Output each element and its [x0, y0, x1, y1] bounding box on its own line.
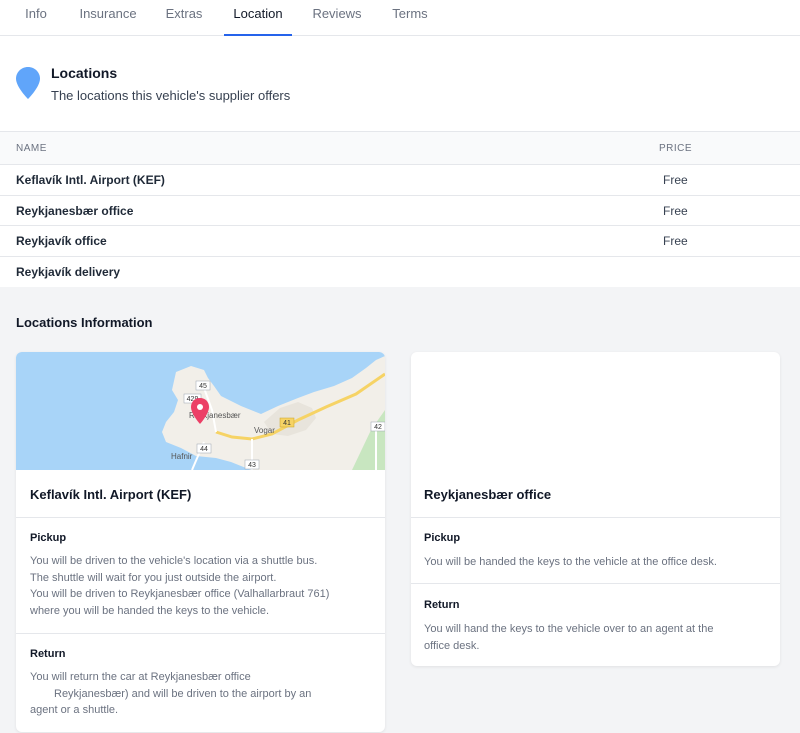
- map-place-label: Vogar: [254, 426, 275, 435]
- divider: [411, 517, 780, 518]
- road-label: 44: [200, 446, 208, 453]
- location-price: Free: [663, 203, 688, 218]
- location-card: Reykjanesbær office Pickup You will be h…: [411, 352, 780, 666]
- table-row: Keflavík Intl. Airport (KEF) Free: [0, 165, 800, 196]
- location-name: Reykjanesbær office: [16, 203, 134, 218]
- column-header-price: PRICE: [659, 143, 693, 154]
- road-label: 41: [283, 420, 291, 427]
- pickup-line: You will be handed the keys to the vehic…: [424, 556, 717, 568]
- map-pin-icon: [16, 67, 40, 99]
- pickup-text: You will be handed the keys to the vehic…: [424, 554, 717, 571]
- location-card: 45 429 44 41 43 42 Reykjanesbær Vogar Ha…: [16, 352, 385, 732]
- location-name: Reykjavík office: [16, 234, 107, 248]
- card-title: Keflavík Intl. Airport (KEF): [30, 487, 192, 502]
- divider: [16, 517, 385, 518]
- tab-bar: Info Insurance Extras Location Reviews T…: [0, 0, 800, 36]
- road-label: 45: [199, 383, 207, 390]
- tab-extras[interactable]: Extras: [158, 0, 210, 36]
- divider: [411, 583, 780, 584]
- return-label: Return: [424, 599, 460, 611]
- location-name: Reykjavík delivery: [16, 264, 121, 279]
- tab-insurance[interactable]: Insurance: [72, 0, 144, 36]
- table-row: Reykjavík office Free: [0, 226, 800, 257]
- return-text: You will return the car at Reykjanesbær …: [30, 669, 311, 719]
- return-line: agent or a shuttle.: [30, 704, 119, 716]
- section-title: Locations Information: [16, 315, 153, 330]
- locations-header: Locations The locations this vehicle's s…: [0, 36, 800, 131]
- divider: [16, 633, 385, 634]
- pickup-text: You will be driven to the vehicle's loca…: [30, 553, 329, 619]
- tab-reviews[interactable]: Reviews: [304, 0, 370, 36]
- pickup-line: The shuttle will wait for you just outsi…: [30, 571, 277, 584]
- tab-info[interactable]: Info: [14, 0, 58, 36]
- return-line: You will hand the keys to the vehicle ov…: [424, 623, 714, 635]
- location-price: Free: [663, 234, 688, 248]
- road-label: 43: [248, 462, 256, 469]
- pickup-label: Pickup: [424, 532, 461, 544]
- return-line: Reykjanesbær) and will be driven to the …: [54, 687, 312, 700]
- page-title: Locations: [51, 65, 118, 81]
- locations-table: NAME PRICE Keflavík Intl. Airport (KEF) …: [0, 131, 800, 287]
- map-place-label: Hafnir: [171, 452, 193, 461]
- pickup-line: where you will be handed the keys to the…: [30, 604, 270, 617]
- pickup-line: You will be driven to Reykjanesbær offic…: [30, 588, 330, 600]
- return-text: You will hand the keys to the vehicle ov…: [424, 621, 713, 654]
- pickup-label: Pickup: [30, 532, 67, 544]
- road-label: 42: [374, 424, 382, 431]
- location-price: Free: [663, 173, 688, 187]
- tab-location[interactable]: Location: [224, 0, 292, 36]
- return-line: You will return the car at Reykjanesbær …: [30, 671, 251, 683]
- tab-terms[interactable]: Terms: [384, 0, 436, 36]
- table-row: Reykjanesbær office Free: [0, 196, 800, 226]
- page-subtitle: The locations this vehicle's supplier of…: [51, 88, 291, 103]
- location-map[interactable]: 45 429 44 41 43 42 Reykjanesbær Vogar Ha…: [16, 352, 385, 470]
- table-row: Reykjavík delivery: [0, 257, 800, 288]
- return-label: Return: [30, 648, 66, 660]
- location-name: Keflavík Intl. Airport (KEF): [16, 173, 165, 187]
- pickup-line: You will be driven to the vehicle's loca…: [30, 555, 318, 567]
- return-line: office desk.: [424, 639, 480, 652]
- card-title: Reykjanesbær office: [424, 487, 552, 502]
- table-header: NAME PRICE: [0, 131, 800, 165]
- column-header-name: NAME: [16, 143, 47, 154]
